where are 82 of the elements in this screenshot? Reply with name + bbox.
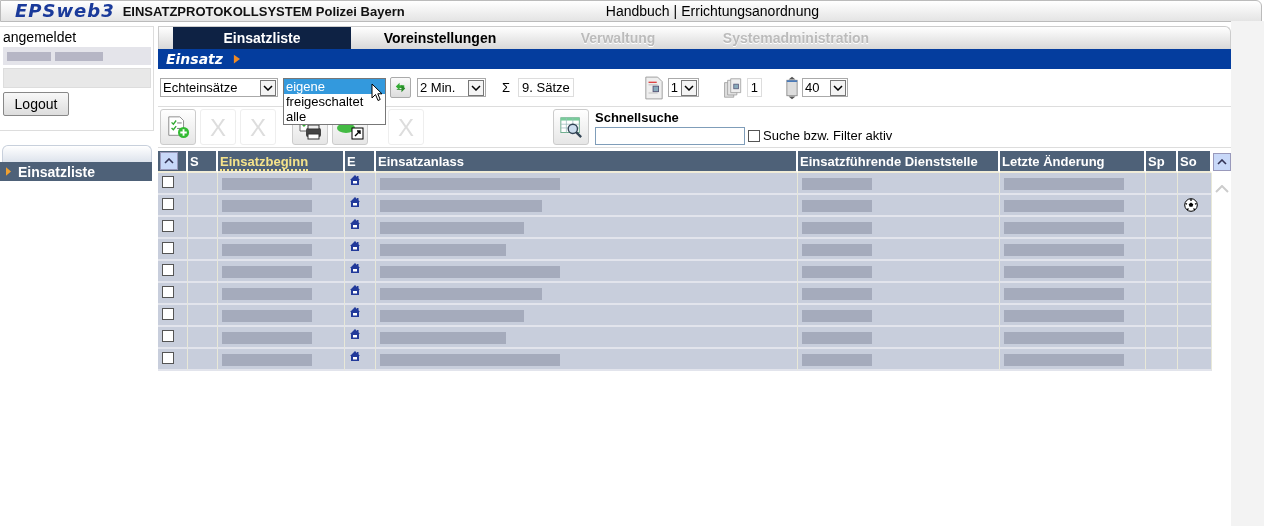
row-height-icon <box>786 75 798 100</box>
house-icon <box>349 218 361 230</box>
row-checkbox[interactable] <box>162 197 174 210</box>
column-header[interactable]: E <box>345 151 376 173</box>
select-all-button[interactable] <box>160 152 178 170</box>
caret-icon <box>164 158 174 164</box>
house-icon <box>349 306 361 318</box>
house-icon <box>349 328 361 340</box>
redacted-text <box>802 244 872 257</box>
search-label: Schnellsuche <box>595 109 680 125</box>
house-icon <box>349 174 361 186</box>
caret-icon <box>830 79 846 96</box>
filter-checkbox[interactable] <box>748 129 760 142</box>
header-link[interactable]: Handbuch <box>605 3 670 19</box>
dropdown-option[interactable]: freigeschaltet <box>284 94 385 109</box>
house-icon <box>349 196 361 208</box>
pages-icon <box>722 75 743 100</box>
redacted-text <box>802 288 872 301</box>
row-checkbox[interactable] <box>162 307 174 320</box>
search-table-icon <box>558 115 584 139</box>
house-icon <box>349 284 361 296</box>
interval-select[interactable]: 2 Min. <box>417 78 486 97</box>
redacted-text <box>802 266 872 279</box>
quick-search-button[interactable] <box>553 109 589 145</box>
dropdown-option[interactable]: alle <box>284 109 385 124</box>
row-checkbox[interactable] <box>162 263 174 276</box>
redacted-text <box>802 178 872 191</box>
column-header[interactable]: S <box>188 151 218 173</box>
page-select[interactable]: 1 <box>667 78 699 97</box>
column-header[interactable]: Einsatzführende Dienststelle <box>798 151 1000 173</box>
separator: | <box>673 3 678 19</box>
column-header[interactable]: Sp <box>1146 151 1178 173</box>
redacted-text <box>802 310 872 323</box>
column-header[interactable]: Einsatzanlass <box>376 151 798 173</box>
redacted-text <box>802 332 872 345</box>
refresh-button[interactable] <box>390 77 411 98</box>
tab[interactable]: Voreinstellungen <box>351 27 529 49</box>
page-count: 1 <box>746 78 762 97</box>
document-plus-icon <box>165 115 191 139</box>
header-link[interactable]: Errichtungsanordnung <box>681 3 819 19</box>
row-checkbox[interactable] <box>162 175 174 188</box>
row-checkbox[interactable] <box>162 285 174 298</box>
column-header[interactable]: Letzte Änderung <box>1000 151 1146 173</box>
search-field[interactable] <box>595 126 745 145</box>
section-title: Einsatz <box>166 51 223 67</box>
page-size-select[interactable]: 40 <box>802 78 848 97</box>
house-icon <box>349 350 361 362</box>
ball-icon <box>1184 198 1198 212</box>
house-icon <box>349 240 361 252</box>
column-header[interactable]: Einsatzbeginn <box>218 151 345 173</box>
logo: EPSweb3 <box>15 2 115 20</box>
cursor-icon <box>371 83 383 102</box>
redacted-text <box>802 200 872 213</box>
arrow-icon <box>6 167 11 176</box>
tab[interactable]: Einsatzliste <box>173 27 351 49</box>
type-select[interactable]: Echteinsätze <box>160 78 278 97</box>
redacted-text <box>802 354 872 367</box>
sidebar-item[interactable]: Einsatzliste <box>0 162 152 181</box>
checkbox-label: Suche bzw. Filter aktiv <box>763 128 893 143</box>
login-label: angemeldet <box>3 30 78 44</box>
caret-icon <box>260 79 276 96</box>
sidebar-label: Einsatzliste <box>18 163 96 180</box>
scroll-up-button[interactable] <box>1212 153 1231 171</box>
sum-symbol: Σ <box>502 80 511 95</box>
caret-icon <box>468 79 484 96</box>
caret-icon <box>1216 159 1227 165</box>
row-checkbox[interactable] <box>162 241 174 254</box>
refresh-icon <box>393 80 408 95</box>
redacted-text <box>802 222 872 235</box>
new-entry-button[interactable] <box>160 109 196 145</box>
row-checkbox[interactable] <box>162 329 174 342</box>
caret-icon <box>1214 185 1229 193</box>
caret-icon <box>680 79 697 96</box>
row-checkbox[interactable] <box>162 219 174 232</box>
arrow-icon <box>232 54 240 64</box>
logout-button[interactable]: Logout <box>3 92 69 116</box>
app-title: EINSATZPROTOKOLLSYSTEM Polizei Bayern <box>122 3 405 19</box>
house-icon <box>349 262 361 274</box>
row-checkbox[interactable] <box>162 351 174 364</box>
column-header[interactable]: So <box>1178 151 1212 173</box>
record-count: 9. Sätze <box>518 78 574 97</box>
page-icon <box>643 75 664 100</box>
